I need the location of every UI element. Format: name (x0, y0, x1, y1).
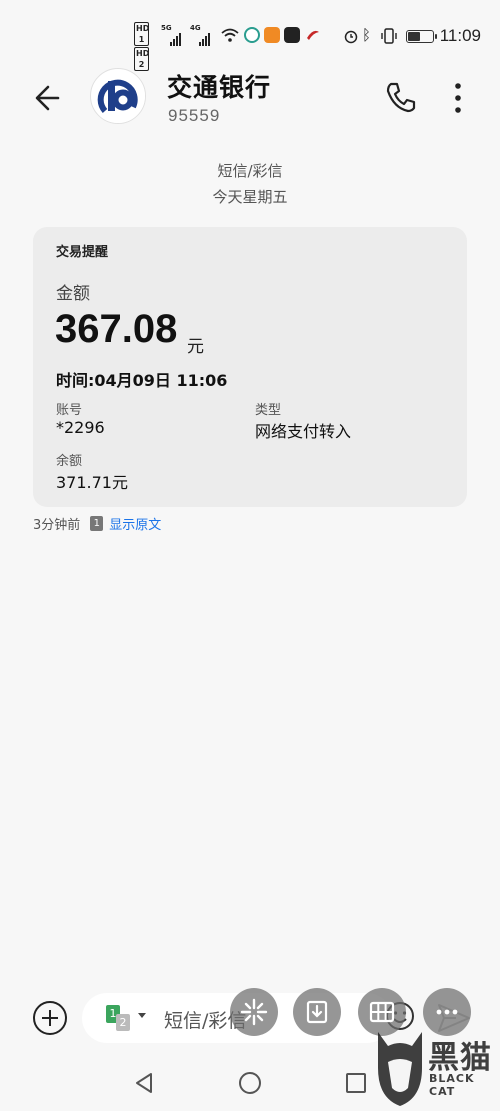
wifi-icon (221, 28, 239, 42)
nav-back-icon[interactable] (133, 1072, 155, 1094)
message-meta: 3分钟前 1 显示原文 (33, 514, 161, 533)
date-separator: 短信/彩信 今天星期五 (0, 158, 500, 210)
status-bar: HD 1 HD 2 5G 4G ᛒ 11:09 (0, 0, 500, 71)
account-value: *2296 (56, 418, 105, 437)
phone-icon[interactable] (382, 78, 420, 116)
watermark: 黑猫 BLACK CAT (374, 1024, 500, 1111)
show-original-link[interactable]: 显示原文 (109, 514, 161, 533)
sparkle-icon (240, 998, 268, 1026)
cat-logo-icon (378, 1032, 422, 1106)
nav-recent-icon[interactable] (346, 1073, 366, 1093)
contact-number: 95559 (168, 106, 221, 125)
clock: 11:09 (439, 26, 481, 45)
message-type-label: 短信/彩信 (217, 162, 283, 180)
date-label: 今天星期五 (212, 188, 288, 206)
sim-select-icon[interactable]: 1 2 (106, 1005, 132, 1031)
bank-logo-icon (92, 70, 145, 123)
download-button[interactable] (293, 988, 341, 1036)
chevron-down-icon[interactable] (138, 1013, 146, 1018)
hd1-badge: HD 1 (134, 22, 150, 46)
download-icon (306, 1000, 328, 1024)
app-icon (244, 27, 260, 43)
conversation-header: 交通银行 95559 (0, 60, 500, 140)
app-icon (307, 30, 319, 40)
contact-name: 交通银行 (167, 73, 272, 102)
card-title: 交易提醒 (56, 245, 109, 260)
alarm-icon (344, 30, 358, 44)
amount-value: 367.08 (55, 307, 178, 351)
battery-level (408, 32, 420, 41)
balance-label: 余额 (56, 454, 83, 469)
app-icon (284, 27, 300, 43)
battery-icon (406, 30, 437, 43)
amount-label: 金额 (56, 284, 90, 304)
plus-circle-icon[interactable] (33, 1001, 67, 1035)
sim-badge: 1 (90, 516, 104, 531)
transaction-time: 时间:04月09日 11:06 (56, 371, 228, 390)
account-label: 账号 (56, 403, 83, 418)
balance-value: 371.71元 (56, 473, 128, 492)
signal-icon (170, 27, 182, 46)
type-label: 类型 (255, 403, 282, 418)
sparkle-button[interactable] (230, 988, 278, 1036)
amount-unit: 元 (187, 337, 204, 357)
message-bubble[interactable]: 交易提醒 金额 367.08 元 时间:04月09日 11:06 账号 *229… (33, 227, 467, 507)
app-icon (264, 27, 280, 43)
nav-home-icon[interactable] (239, 1072, 261, 1094)
sim-b-label: 2 (116, 1014, 130, 1031)
bluetooth-icon: ᛒ (362, 26, 372, 44)
watermark-text: 黑猫 (428, 1040, 492, 1076)
back-arrow-icon[interactable] (30, 78, 70, 118)
watermark-subtext: BLACK CAT (429, 1072, 475, 1098)
more-vertical-icon[interactable] (444, 78, 472, 118)
avatar[interactable] (90, 68, 146, 124)
type-value: 网络支付转入 (255, 422, 352, 441)
signal-icon (199, 27, 211, 46)
vibrate-icon (381, 28, 397, 44)
message-age: 3分钟前 (33, 518, 81, 533)
